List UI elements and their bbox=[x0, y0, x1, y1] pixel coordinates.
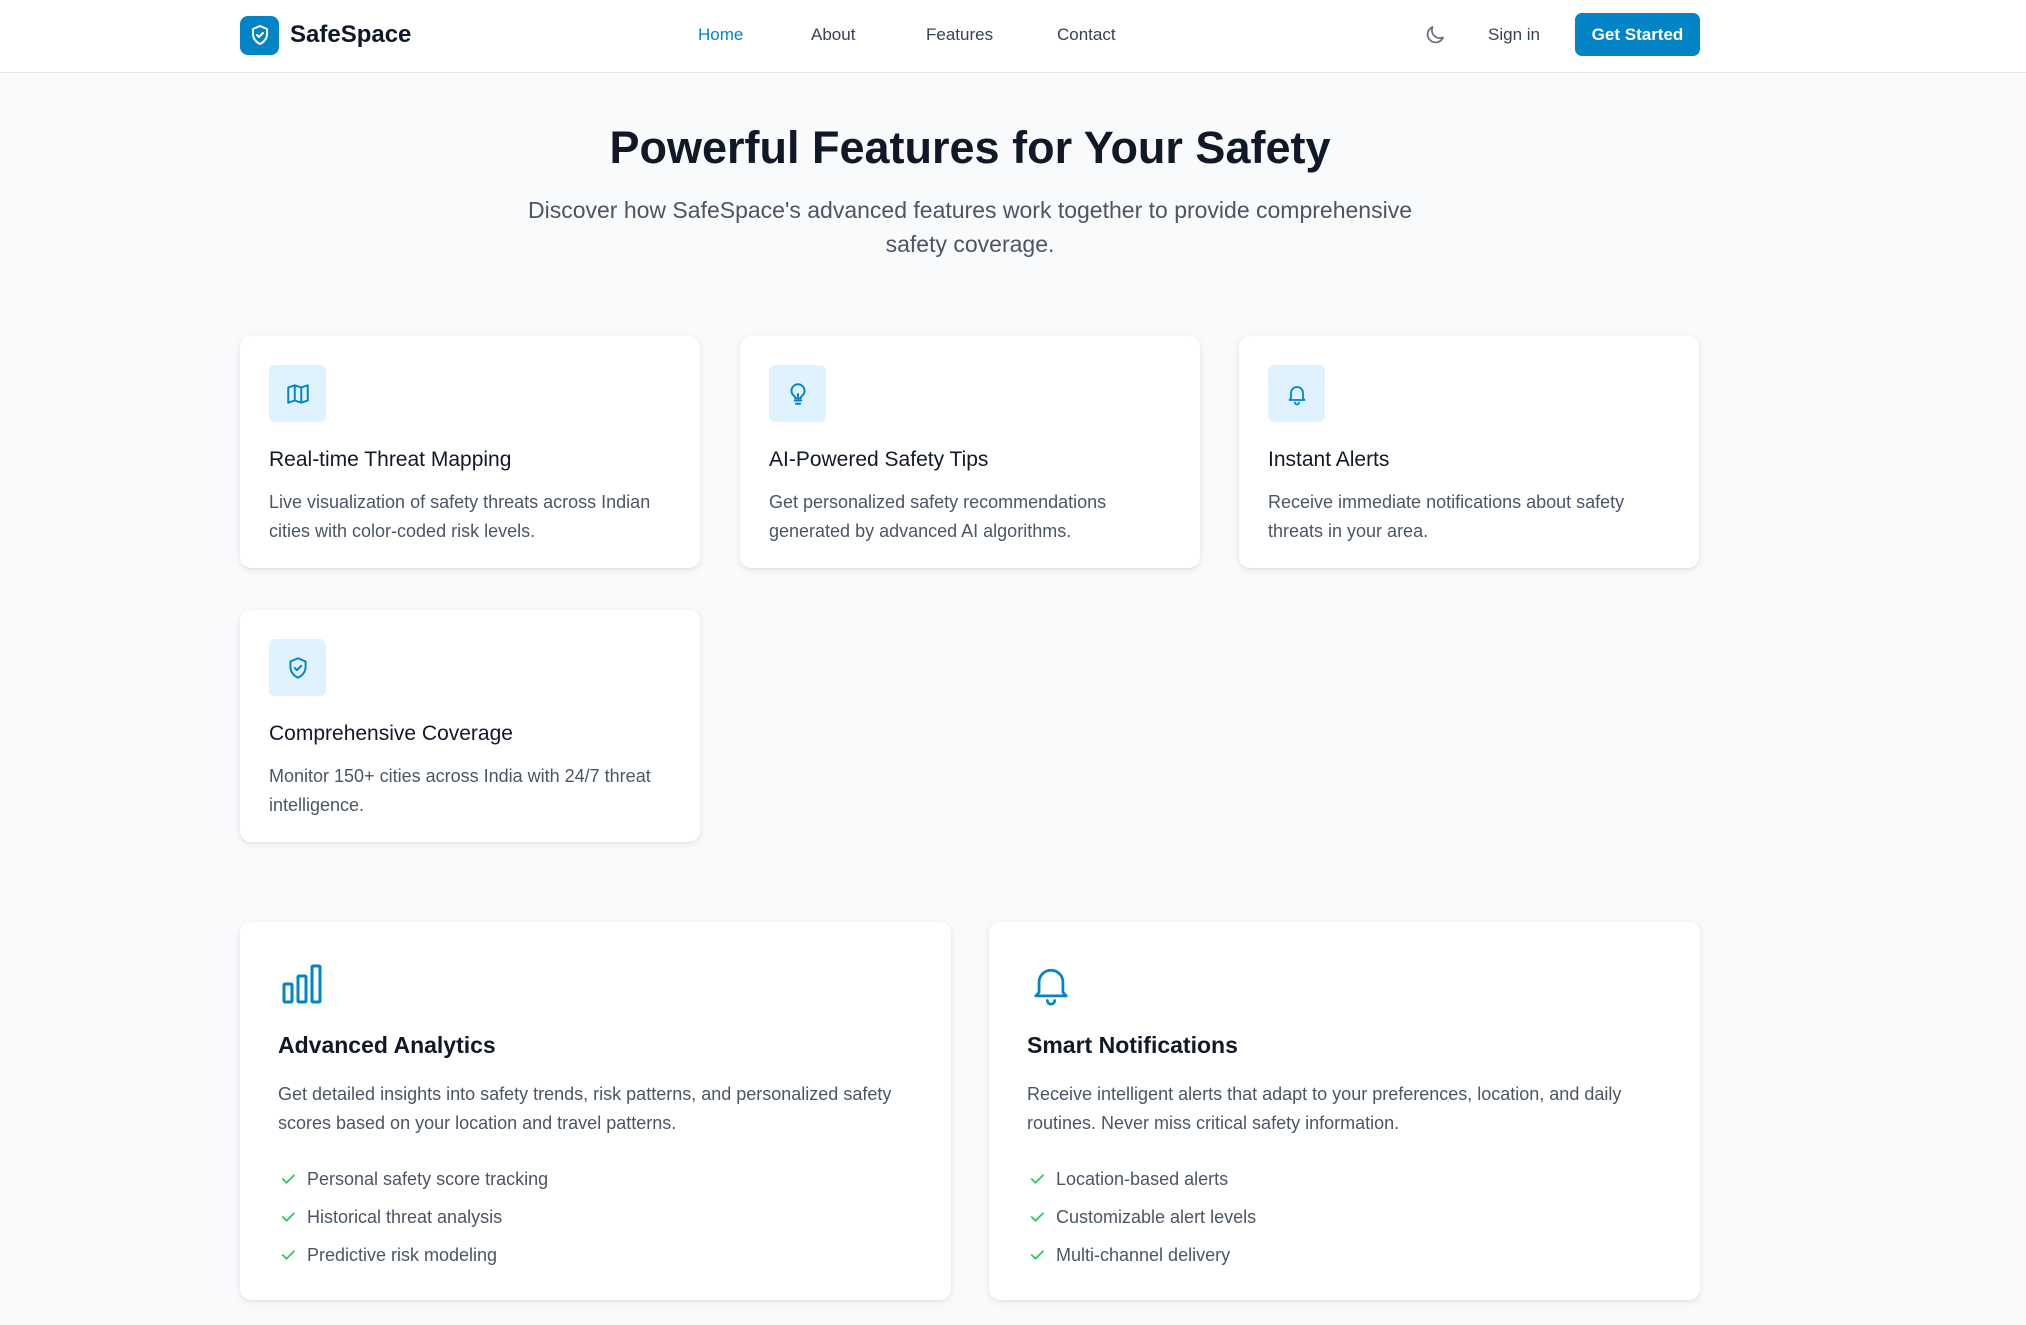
bell-icon bbox=[1027, 960, 1075, 1008]
highlight-title: Smart Notifications bbox=[1027, 1032, 1238, 1058]
highlight-list: Location-based alerts Customizable alert… bbox=[1027, 1160, 1256, 1274]
shield-logo-icon bbox=[240, 15, 279, 55]
list-item-label: Location-based alerts bbox=[1056, 1168, 1229, 1189]
sign-in-link[interactable]: Sign in bbox=[1488, 25, 1540, 45]
check-icon bbox=[1027, 1207, 1047, 1227]
page-subtitle: Discover how SafeSpace's advanced featur… bbox=[528, 197, 1412, 257]
list-item: Location-based alerts bbox=[1027, 1160, 1256, 1198]
get-started-button[interactable]: Get Started bbox=[1575, 13, 1700, 56]
list-item: Multi-channel delivery bbox=[1027, 1236, 1256, 1274]
map-icon bbox=[269, 365, 326, 422]
feature-title: Comprehensive Coverage bbox=[269, 722, 513, 745]
nav-contact[interactable]: Contact bbox=[1057, 25, 1116, 45]
feature-description: Get personalized safety recommendations … bbox=[769, 492, 1107, 541]
list-item: Predictive risk modeling bbox=[278, 1236, 548, 1274]
highlight-description: Receive intelligent alerts that adapt to… bbox=[1027, 1084, 1622, 1133]
nav-about[interactable]: About bbox=[811, 25, 855, 45]
list-item-label: Historical threat analysis bbox=[307, 1206, 503, 1227]
feature-description: Receive immediate notifications about sa… bbox=[1268, 492, 1625, 541]
lightbulb-icon bbox=[769, 365, 826, 422]
list-item: Personal safety score tracking bbox=[278, 1160, 548, 1198]
feature-card-instant-alerts: Instant Alerts Receive immediate notific… bbox=[1239, 336, 1699, 568]
highlight-list: Personal safety score tracking Historica… bbox=[278, 1160, 548, 1274]
list-item-label: Multi-channel delivery bbox=[1056, 1244, 1231, 1265]
check-icon bbox=[1027, 1169, 1047, 1189]
brand-name: SafeSpace bbox=[290, 21, 412, 48]
feature-card-coverage: Comprehensive Coverage Monitor 150+ citi… bbox=[240, 610, 700, 842]
shield-check-icon bbox=[269, 639, 326, 696]
highlight-title: Advanced Analytics bbox=[278, 1032, 496, 1058]
feature-title: Instant Alerts bbox=[1268, 448, 1390, 471]
check-icon bbox=[278, 1207, 298, 1227]
highlight-card-notifications: Smart Notifications Receive intelligent … bbox=[989, 922, 1700, 1300]
highlight-description: Get detailed insights into safety trends… bbox=[278, 1084, 892, 1133]
feature-title: AI-Powered Safety Tips bbox=[769, 448, 989, 471]
bell-icon bbox=[1268, 365, 1325, 422]
nav-home[interactable]: Home bbox=[698, 25, 743, 45]
page-title: Powerful Features for Your Safety bbox=[609, 122, 1331, 173]
site-header: SafeSpace Home About Features Contact Si… bbox=[0, 0, 2026, 73]
brand[interactable]: SafeSpace bbox=[240, 14, 411, 56]
check-icon bbox=[278, 1169, 298, 1189]
feature-title: Real-time Threat Mapping bbox=[269, 448, 512, 471]
feature-card-threat-mapping: Real-time Threat Mapping Live visualizat… bbox=[240, 336, 700, 568]
list-item: Historical threat analysis bbox=[278, 1198, 548, 1236]
feature-card-ai-tips: AI-Powered Safety Tips Get personalized … bbox=[740, 336, 1200, 568]
moon-icon[interactable] bbox=[1422, 22, 1448, 48]
highlight-card-analytics: Advanced Analytics Get detailed insights… bbox=[240, 922, 951, 1300]
nav-features[interactable]: Features bbox=[926, 25, 993, 45]
list-item: Customizable alert levels bbox=[1027, 1198, 1256, 1236]
list-item-label: Predictive risk modeling bbox=[307, 1244, 498, 1265]
list-item-label: Customizable alert levels bbox=[1056, 1206, 1257, 1227]
feature-description: Live visualization of safety threats acr… bbox=[269, 492, 651, 541]
list-item-label: Personal safety score tracking bbox=[307, 1168, 549, 1189]
bar-chart-icon bbox=[278, 960, 326, 1008]
feature-description: Monitor 150+ cities across India with 24… bbox=[269, 766, 651, 815]
check-icon bbox=[1027, 1245, 1047, 1265]
check-icon bbox=[278, 1245, 298, 1265]
